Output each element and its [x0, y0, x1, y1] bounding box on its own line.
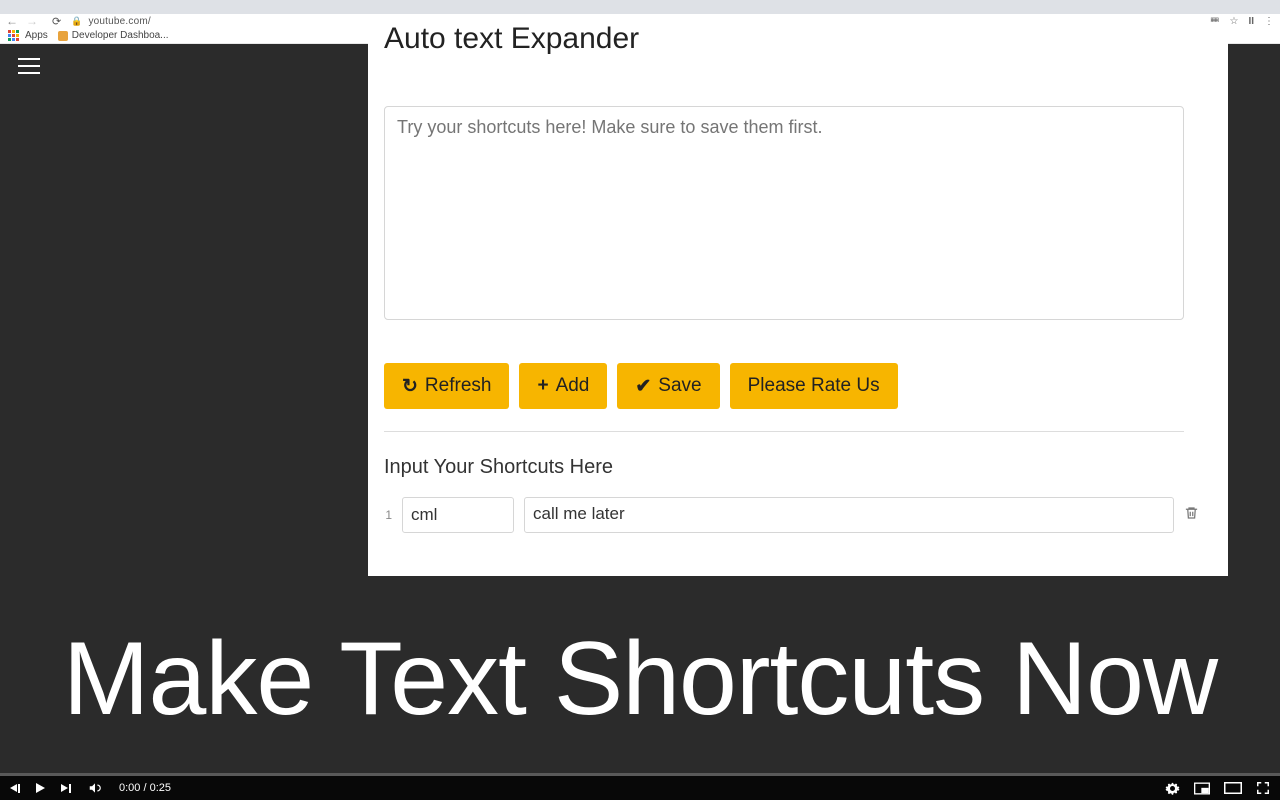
address-bar[interactable]: 🔒 youtube.com/: [71, 16, 151, 27]
video-controls-bar: 0:00 / 0:25: [0, 776, 1280, 800]
lock-icon: 🔒: [71, 16, 82, 27]
row-number: 1: [384, 508, 392, 522]
play-icon: [36, 783, 45, 793]
refresh-label: Refresh: [425, 375, 492, 397]
bookmark-favicon: [58, 31, 68, 41]
gear-icon: [1165, 781, 1180, 796]
action-button-row: ↻ Refresh + Add ✔ Save Please Rate Us: [384, 363, 1212, 409]
promo-banner-text: Make Text Shortcuts Now: [0, 620, 1280, 739]
next-button[interactable]: [61, 784, 71, 793]
bookmark-star-icon[interactable]: ☆: [1229, 16, 1238, 27]
apps-label: Apps: [25, 30, 48, 41]
add-label: Add: [556, 375, 590, 397]
divider: [384, 431, 1184, 432]
try-shortcuts-textarea[interactable]: [384, 106, 1184, 320]
save-label: Save: [658, 375, 701, 397]
volume-button[interactable]: [87, 781, 103, 795]
skip-previous-icon: [10, 784, 20, 793]
save-button[interactable]: ✔ Save: [617, 363, 719, 409]
check-icon: ✔: [635, 375, 651, 398]
page-viewport: Auto text Expander ↻ Refresh + Add ✔ Sav…: [0, 44, 1280, 800]
reload-icon[interactable]: ⟳: [52, 15, 61, 28]
popup-title: Auto text Expander: [384, 22, 1212, 56]
hamburger-menu-icon[interactable]: [18, 58, 40, 74]
apps-grid-icon: [8, 30, 19, 41]
trash-icon[interactable]: [1184, 505, 1199, 526]
extension-popup: Auto text Expander ↻ Refresh + Add ✔ Sav…: [368, 22, 1228, 576]
bookmark-label: Developer Dashboa...: [72, 30, 169, 41]
shortcuts-section-label: Input Your Shortcuts Here: [384, 456, 1212, 479]
chrome-menu-icon[interactable]: ⋮: [1264, 16, 1274, 27]
miniplayer-icon: [1194, 782, 1210, 795]
add-button[interactable]: + Add: [519, 363, 607, 409]
shortcut-key-input[interactable]: [402, 497, 514, 533]
shortcut-row: 1: [384, 497, 1212, 533]
miniplayer-button[interactable]: [1194, 782, 1210, 795]
refresh-icon: ↻: [402, 375, 418, 398]
forward-icon: →: [26, 14, 38, 28]
fullscreen-icon: [1256, 781, 1270, 795]
pause-icon[interactable]: II: [1248, 16, 1254, 27]
theater-icon: [1224, 782, 1242, 794]
refresh-button[interactable]: ↻ Refresh: [384, 363, 509, 409]
video-time: 0:00 / 0:25: [119, 782, 171, 794]
volume-icon: [87, 781, 103, 795]
theater-mode-button[interactable]: [1224, 782, 1242, 794]
plus-icon: +: [537, 375, 548, 397]
play-button[interactable]: [36, 783, 45, 793]
fullscreen-button[interactable]: [1256, 781, 1270, 795]
rate-us-button[interactable]: Please Rate Us: [730, 363, 898, 409]
settings-button[interactable]: [1165, 781, 1180, 796]
url-text: youtube.com/: [88, 16, 150, 27]
bookmark-dev-dashboard[interactable]: Developer Dashboa...: [58, 30, 169, 41]
browser-tabstrip: [0, 0, 1280, 14]
shortcut-expansion-input[interactable]: [524, 497, 1174, 533]
skip-next-icon: [61, 784, 71, 793]
rate-label: Please Rate Us: [748, 375, 880, 397]
previous-button[interactable]: [10, 784, 20, 793]
back-icon[interactable]: ←: [6, 14, 18, 28]
apps-shortcut[interactable]: Apps: [8, 30, 48, 41]
